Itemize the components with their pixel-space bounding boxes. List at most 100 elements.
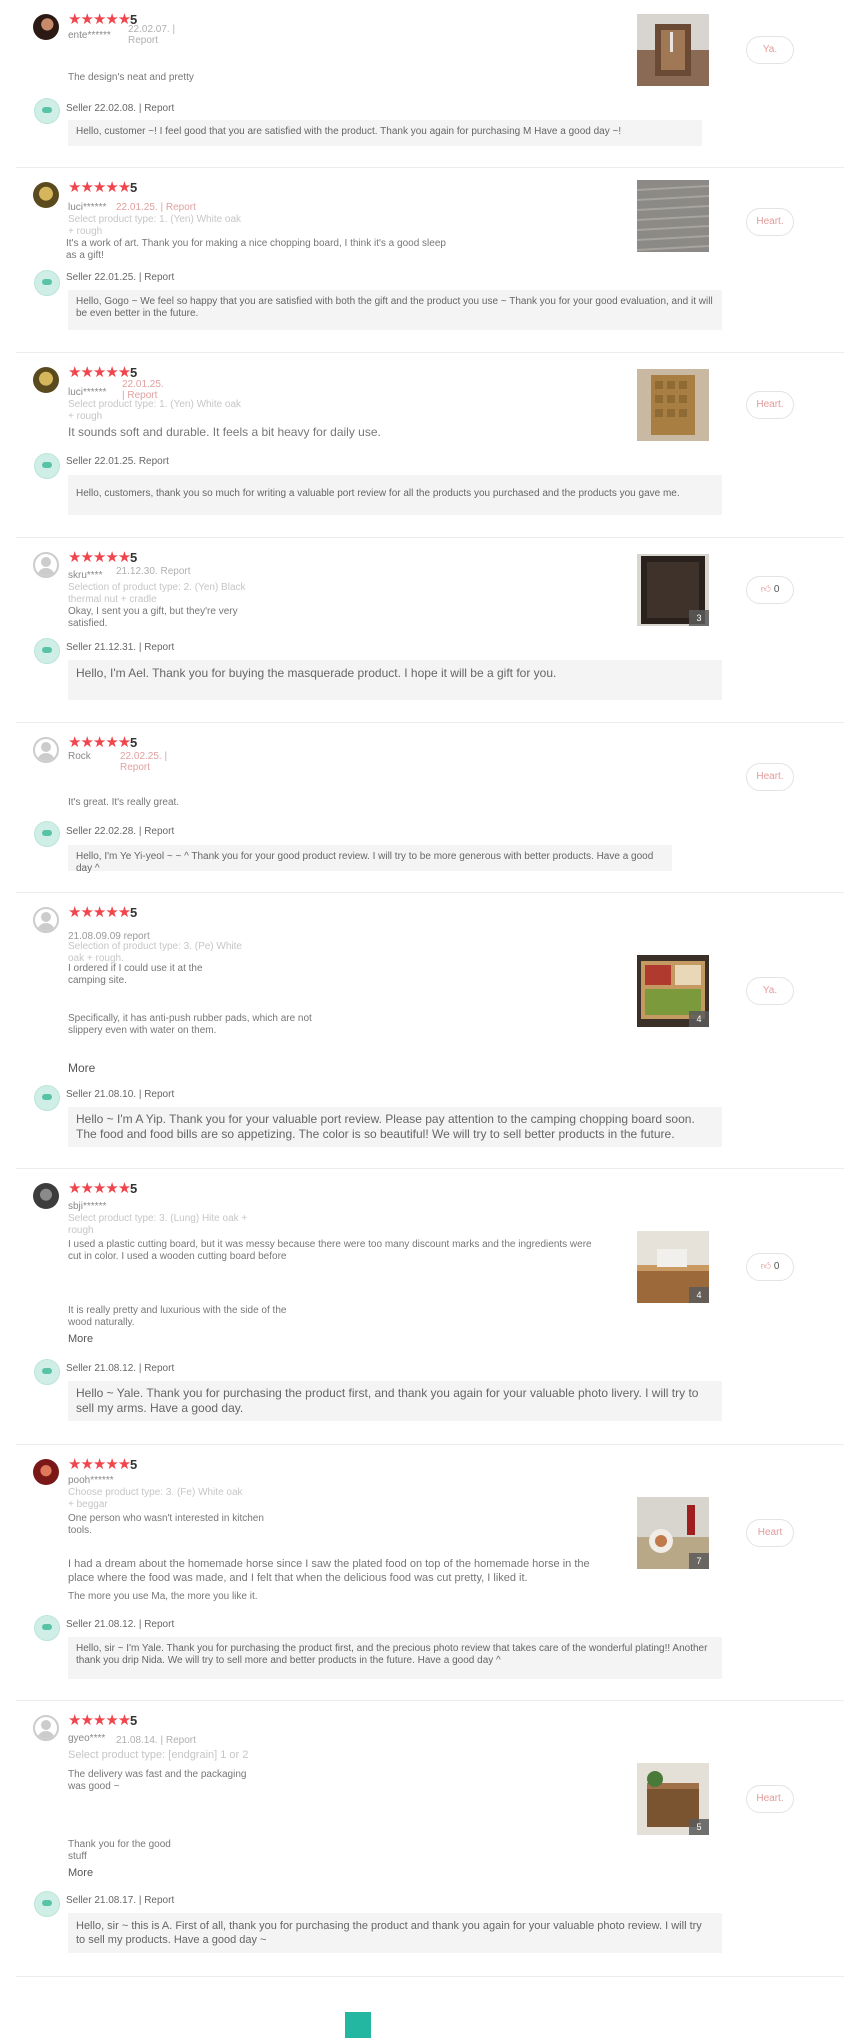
review-photo[interactable]: 5 [637, 1763, 709, 1835]
seller-reply: Hello, sir ~ this is A. First of all, th… [68, 1913, 722, 1953]
review-text: The design's neat and pretty [68, 72, 194, 83]
star-rating: ★★★★★ [68, 11, 131, 28]
product-option: Select product type: 1. (Yen) White oak … [68, 399, 242, 422]
rating-score: 5 [130, 1181, 138, 1196]
product-option: Select product type: 3. (Lung) Hite oak … [68, 1213, 248, 1236]
seller-reply-header: Seller 21.08.17. | Report [66, 1895, 175, 1906]
review-photo[interactable]: 4 [637, 955, 709, 1027]
review-photo[interactable]: 3 [637, 554, 709, 626]
review-text-2: Thank you for the good stuff [68, 1839, 171, 1862]
review-photo[interactable] [637, 369, 709, 441]
seller-reply: Hello, customers, thank you so much for … [68, 475, 722, 515]
review-text: I ordered if I could use it at the campi… [68, 963, 203, 986]
seller-reply: Hello ~ I'm A Yip. Thank you for your va… [68, 1107, 722, 1147]
more-link[interactable]: More [68, 1061, 95, 1075]
seller-logo-icon [34, 821, 60, 847]
review-photo[interactable] [637, 14, 709, 86]
seller-reply: Hello, customer ~! I feel good that you … [68, 120, 702, 146]
review-meta[interactable]: 22.02.25. | Report [68, 751, 178, 773]
product-option: Choose product type: 3. (Fe) White oak +… [68, 1487, 243, 1510]
review-photo[interactable] [637, 180, 709, 252]
seller-logo-icon [34, 453, 60, 479]
review-text-2: I had a dream about the homemade horse s… [68, 1558, 590, 1584]
rating-score: 5 [130, 180, 138, 195]
thumbs-up-icon: 👍︎ [760, 1261, 772, 1272]
photo-count: 7 [689, 1553, 709, 1569]
seller-logo-icon [34, 98, 60, 124]
thumbs-up-icon: 👍︎ [760, 584, 772, 595]
helpful-button[interactable]: Ya. [746, 977, 794, 1005]
like-button[interactable]: 👍︎ 0 [746, 1253, 794, 1281]
seller-reply-header: Seller 22.02.28. | Report [66, 826, 175, 837]
review-meta[interactable]: 21.12.30. Report [116, 566, 191, 577]
product-option: Selection of product type: 3. (Pe) White… [68, 941, 242, 964]
seller-reply-header: Seller 21.12.31. | Report [66, 642, 175, 653]
reviewer-name: pooh****** [68, 1475, 114, 1486]
seller-logo-icon [34, 270, 60, 296]
review-photo[interactable]: 7 [637, 1497, 709, 1569]
review-item: ★★★★★ 5 skru**** 21.12.30. Report Select… [16, 538, 844, 723]
user-avatar [33, 552, 59, 578]
seller-reply: Hello, sir ~ I'm Yale. Thank you for pur… [68, 1637, 722, 1679]
review-item: ★★★★★ 5 luci****** 22.01.25. | Report Se… [16, 168, 844, 353]
review-item: ★★★★★ 5 gyeo**** 21.08.14. | Report Sele… [16, 1701, 844, 1977]
user-avatar [33, 182, 59, 208]
star-rating: ★★★★★ [68, 1712, 131, 1729]
review-meta[interactable]: 22.01.25. | Report [116, 202, 196, 213]
heart-button[interactable]: Heart. [746, 763, 794, 791]
heart-button[interactable]: Heart [746, 1519, 794, 1547]
seller-reply: Hello ~ Yale. Thank you for purchasing t… [68, 1381, 722, 1421]
seller-reply-header: Seller 22.01.25. Report [66, 456, 169, 467]
review-text: One person who wasn't interested in kitc… [68, 1513, 264, 1536]
reviewer-name: skru**** [68, 570, 103, 581]
review-meta[interactable]: 22.01.25. | Report [122, 379, 164, 401]
review-meta[interactable]: 22.02.07. | Report [128, 24, 178, 46]
seller-reply: Hello, I'm Ye Yi-yeol ~ ~ ^ Thank you fo… [68, 845, 672, 874]
divider [16, 1976, 844, 1977]
seller-logo-icon [34, 1085, 60, 1111]
more-link[interactable]: More [68, 1867, 93, 1879]
like-button[interactable]: 👍︎ 0 [746, 576, 794, 604]
review-item: ★★★★★ 5 ente****** 22.02.07. | Report Th… [16, 0, 844, 168]
helpful-button[interactable]: Ya. [746, 36, 794, 64]
star-rating: ★★★★★ [68, 549, 131, 566]
star-rating: ★★★★★ [68, 734, 131, 751]
heart-button[interactable]: Heart. [746, 208, 794, 236]
review-item: ★★★★★ 5 luci****** 22.01.25. | Report Se… [16, 353, 844, 538]
review-text: It's great. It's really great. [68, 797, 180, 808]
star-rating: ★★★★★ [68, 1180, 131, 1197]
user-avatar [33, 14, 59, 40]
reviewer-name: ente****** [68, 30, 111, 41]
reviewer-name: luci****** [68, 387, 107, 398]
review-meta[interactable]: 21.08.14. | Report [116, 1735, 196, 1746]
review-photo[interactable]: 4 [637, 1231, 709, 1303]
review-text: I used a plastic cutting board, but it w… [68, 1239, 592, 1262]
user-avatar [33, 367, 59, 393]
user-avatar [33, 737, 59, 763]
photo-count: 4 [689, 1287, 709, 1303]
rating-score: 5 [130, 550, 138, 565]
seller-reply-header: Seller 21.08.12. | Report [66, 1619, 175, 1630]
seller-logo-icon [34, 1615, 60, 1641]
heart-button[interactable]: Heart. [746, 391, 794, 419]
user-avatar [33, 907, 59, 933]
reviewer-name: sbji****** [68, 1201, 107, 1212]
star-rating: ★★★★★ [68, 1456, 131, 1473]
seller-reply-header: Seller 21.08.12. | Report [66, 1363, 175, 1374]
user-avatar [33, 1183, 59, 1209]
rating-score: 5 [130, 735, 138, 750]
rating-score: 5 [130, 905, 138, 920]
reviewer-name: gyeo**** [68, 1733, 106, 1744]
heart-button[interactable]: Heart. [746, 1785, 794, 1813]
pagination-current-page[interactable] [345, 2012, 371, 2038]
seller-reply: Hello, Gogo ~ We feel so happy that you … [68, 290, 722, 330]
review-text-2: It is really pretty and luxurious with t… [68, 1305, 287, 1328]
user-avatar [33, 1715, 59, 1741]
more-link[interactable]: More [68, 1333, 93, 1345]
seller-logo-icon [34, 1359, 60, 1385]
product-option: Selection of product type: 2. (Yen) Blac… [68, 582, 246, 605]
star-rating: ★★★★★ [68, 904, 131, 921]
rating-score: 5 [130, 1713, 138, 1728]
review-text: It sounds soft and durable. It feels a b… [68, 425, 381, 439]
seller-logo-icon [34, 638, 60, 664]
